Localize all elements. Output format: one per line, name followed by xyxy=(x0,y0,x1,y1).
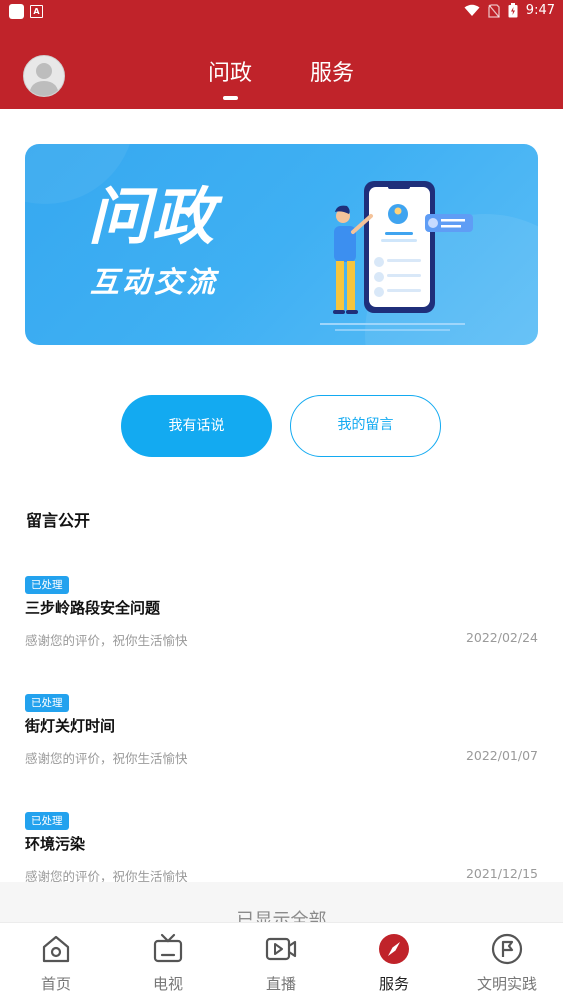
no-sim-icon xyxy=(488,3,500,18)
active-tab-indicator xyxy=(223,96,238,100)
list-item[interactable]: 已处理 街灯关灯时间 感谢您的评价，祝你生活愉快 2022/01/07 xyxy=(25,691,538,766)
tv-icon xyxy=(153,933,183,963)
tab-wenzheng[interactable]: 问政 xyxy=(208,55,252,87)
app-header: 问政 服务 xyxy=(0,24,563,109)
home-icon xyxy=(42,935,70,963)
notification-icon xyxy=(9,4,24,19)
nav-item-service[interactable]: 服务 xyxy=(338,923,450,1003)
nav-item-live[interactable]: 直播 xyxy=(225,923,337,1003)
tab-fuwu[interactable]: 服务 xyxy=(310,55,354,87)
list-item[interactable]: 已处理 环境污染 感谢您的评价，祝你生活愉快 2021/12/15 xyxy=(25,809,538,884)
banner-title: 问政 xyxy=(88,180,217,253)
status-badge: 已处理 xyxy=(25,694,69,712)
nav-label: 文明实践 xyxy=(476,975,537,993)
wifi-icon xyxy=(464,4,480,16)
nav-label: 首页 xyxy=(40,975,71,993)
all-shown-text: 已显示全部 xyxy=(236,910,327,922)
section-title: 留言公开 xyxy=(26,511,91,530)
nav-item-tv[interactable]: 电视 xyxy=(112,923,224,1003)
user-icon xyxy=(29,63,59,96)
a-badge-icon: A xyxy=(30,5,43,18)
compass-icon xyxy=(379,934,409,964)
message-date: 2022/01/07 xyxy=(465,748,538,763)
my-messages-button[interactable]: 我的留言 xyxy=(290,395,441,457)
nav-label: 电视 xyxy=(152,975,183,993)
status-bar: A 9:47 xyxy=(0,0,563,24)
list-item[interactable]: 已处理 三步岭路段安全问题 感谢您的评价，祝你生活愉快 2022/02/24 xyxy=(25,573,538,648)
nav-label: 服务 xyxy=(378,975,409,993)
speak-button[interactable]: 我有话说 xyxy=(121,395,272,457)
live-icon xyxy=(265,937,297,961)
message-reply: 感谢您的评价，祝你生活愉快 xyxy=(25,751,188,766)
message-date: 2022/02/24 xyxy=(465,630,538,645)
status-badge: 已处理 xyxy=(25,812,69,830)
nav-item-home[interactable]: 首页 xyxy=(0,923,112,1003)
message-title: 环境污染 xyxy=(25,835,86,853)
banner-subtitle: 互动交流 xyxy=(90,265,219,299)
message-title: 三步岭路段安全问题 xyxy=(25,599,161,617)
message-title: 街灯关灯时间 xyxy=(25,717,116,735)
flag-circle-icon xyxy=(491,933,523,965)
message-reply: 感谢您的评价，祝你生活愉快 xyxy=(25,633,188,648)
bottom-nav: 首页 电视 直播 服务 文明实践 xyxy=(0,922,563,1003)
nav-label: 直播 xyxy=(265,975,296,993)
message-date: 2021/12/15 xyxy=(465,866,538,881)
nav-item-civilization[interactable]: 文明实践 xyxy=(451,923,563,1003)
status-time: 9:47 xyxy=(525,3,555,18)
status-badge: 已处理 xyxy=(25,576,69,594)
all-shown-notice: 已显示全部 xyxy=(0,882,563,922)
avatar[interactable] xyxy=(23,55,65,97)
battery-icon xyxy=(508,3,518,18)
